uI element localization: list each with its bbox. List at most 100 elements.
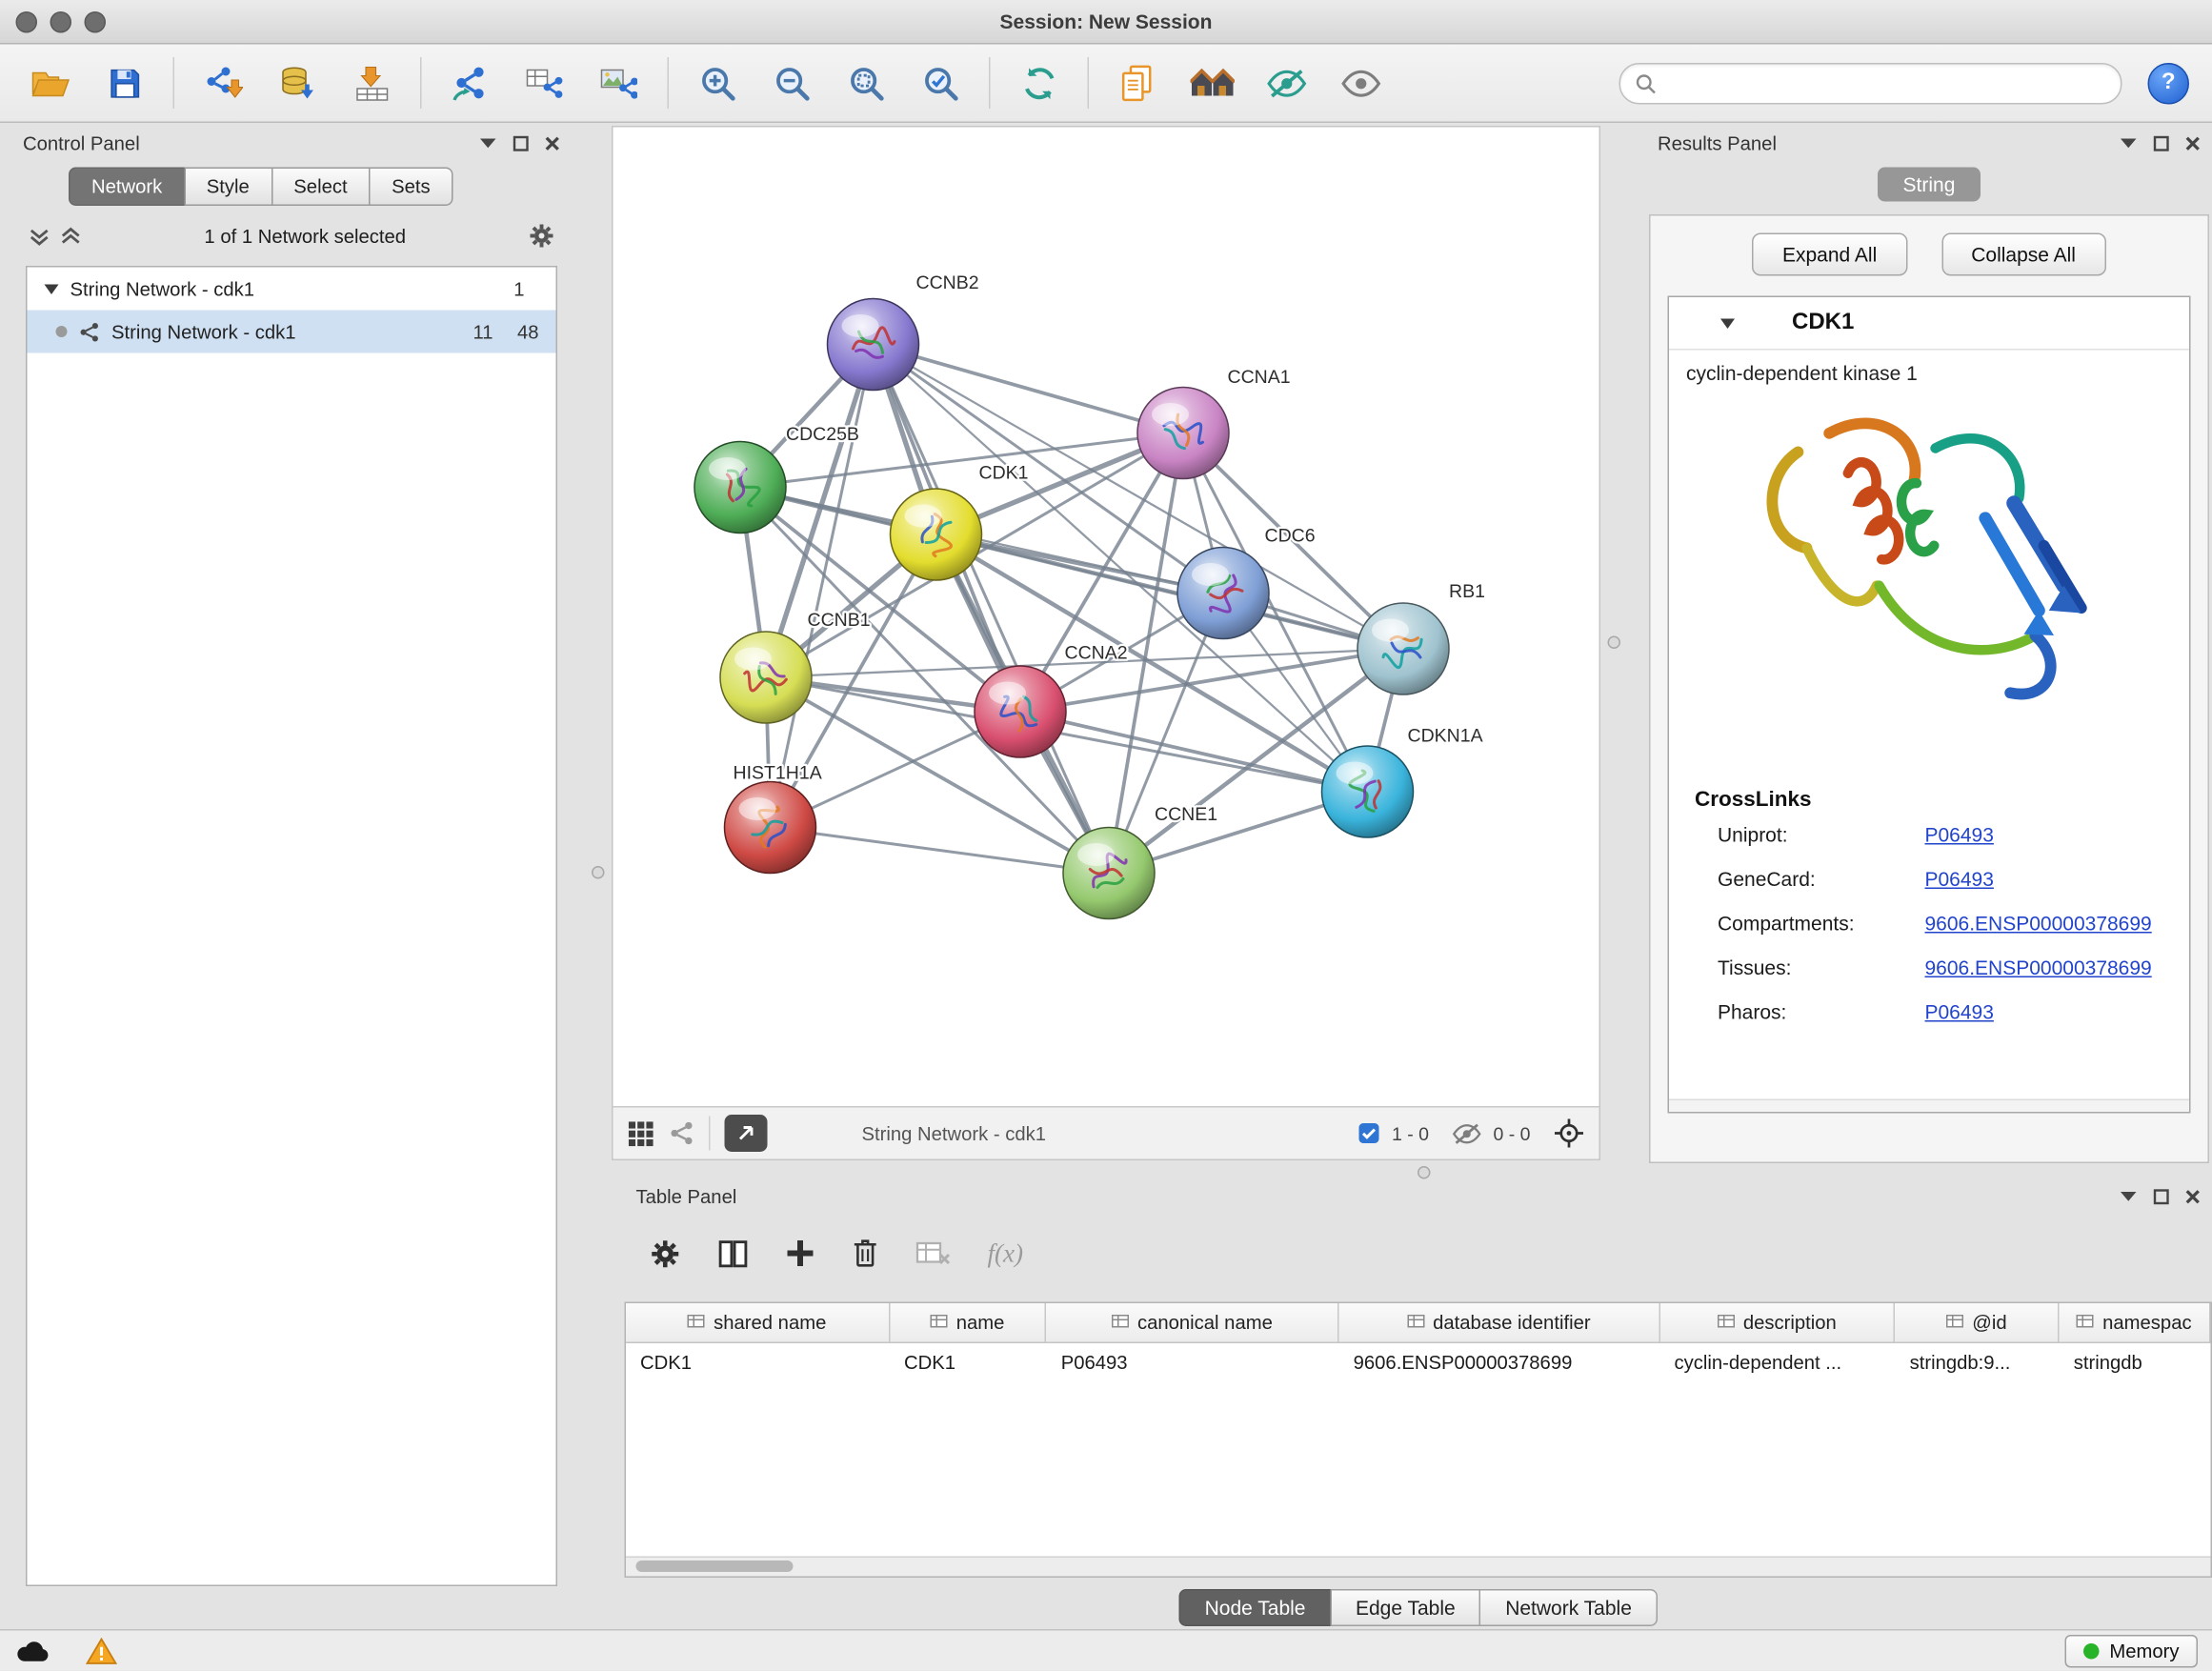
results-scrollbar[interactable]	[1669, 1099, 2189, 1113]
function-builder-icon[interactable]: f(x)	[988, 1238, 1023, 1269]
show-details-button[interactable]	[1328, 53, 1394, 113]
edge-CDK1-RB1[interactable]	[936, 534, 1404, 649]
vertical-splitter-handle[interactable]	[1608, 636, 1621, 650]
column-header-canonical-name[interactable]: canonical name	[1047, 1303, 1339, 1342]
table-options-gear-icon[interactable]	[651, 1238, 681, 1269]
horizontal-scrollbar[interactable]	[626, 1557, 2211, 1577]
network-node-CCNA2[interactable]	[975, 666, 1066, 757]
crosslink-value-link[interactable]: 9606.ENSP00000378699	[1925, 956, 2152, 978]
network-view[interactable]: CCNB2CCNA1CDC25BCDK1CDC6RB1CCNB1CCNA2CDK…	[612, 126, 1600, 1160]
memory-button[interactable]: Memory	[2065, 1635, 2198, 1668]
network-node-CCNA1[interactable]	[1137, 388, 1229, 479]
panel-menu-icon[interactable]	[2120, 137, 2139, 149]
search-field[interactable]	[1619, 62, 2122, 104]
collapse-gene-icon[interactable]	[1720, 318, 1735, 329]
close-panel-icon[interactable]	[2185, 1188, 2202, 1204]
column-header-shared-name[interactable]: shared name	[626, 1303, 890, 1342]
collapse-all-button[interactable]: Collapse All	[1941, 233, 2106, 276]
tab-network-table[interactable]: Network Table	[1479, 1589, 1658, 1626]
network-options-gear-icon[interactable]	[529, 223, 554, 249]
copy-button[interactable]	[1105, 53, 1171, 113]
column-header-description[interactable]: description	[1660, 1303, 1896, 1342]
float-panel-icon[interactable]	[2154, 135, 2170, 151]
network-canvas[interactable]: CCNB2CCNA1CDC25BCDK1CDC6RB1CCNB1CCNA2CDK…	[613, 128, 1599, 1108]
cloud-status-icon[interactable]	[14, 1639, 51, 1663]
zoom-selected-button[interactable]	[908, 53, 974, 113]
network-node-CDC25B[interactable]	[694, 442, 786, 534]
warning-icon[interactable]	[86, 1638, 117, 1665]
crosslink-value-link[interactable]: P06493	[1925, 867, 1994, 890]
network-node-CCNB2[interactable]	[828, 299, 919, 391]
search-input[interactable]	[1665, 70, 2107, 95]
column-header-database-identifier[interactable]: database identifier	[1339, 1303, 1660, 1342]
tab-node-table[interactable]: Node Table	[1179, 1589, 1332, 1626]
edge-CCNB2-CCNE1[interactable]	[874, 345, 1110, 874]
zoom-out-button[interactable]	[759, 53, 825, 113]
close-panel-icon[interactable]	[545, 135, 561, 151]
gene-header[interactable]: CDK1	[1669, 297, 2189, 351]
crosslink-value-link[interactable]: 9606.ENSP00000378699	[1925, 911, 2152, 934]
column-header-namespac[interactable]: namespac	[2060, 1303, 2211, 1342]
crosslink-value-link[interactable]: P06493	[1925, 999, 1994, 1022]
save-session-button[interactable]	[91, 53, 157, 113]
horizontal-splitter-handle[interactable]	[1418, 1166, 1431, 1179]
edge-CCNB2-HIST1H1A[interactable]	[771, 345, 874, 828]
network-row[interactable]: String Network - cdk1 11 48	[28, 311, 556, 353]
network-node-CDKN1A[interactable]	[1322, 746, 1414, 837]
help-button[interactable]: ?	[2148, 62, 2190, 104]
network-node-RB1[interactable]	[1357, 603, 1449, 695]
import-network-db-button[interactable]	[265, 53, 331, 113]
hidden-eye-icon[interactable]	[1452, 1121, 1482, 1146]
zoom-fit-button[interactable]	[834, 53, 899, 113]
refresh-layout-button[interactable]	[1006, 53, 1072, 113]
expand-all-button[interactable]: Expand All	[1752, 233, 1906, 276]
tab-select[interactable]: Select	[271, 168, 370, 207]
column-header-name[interactable]: name	[890, 1303, 1047, 1342]
network-share-icon[interactable]	[669, 1120, 694, 1146]
node-table[interactable]: shared namenamecanonical namedatabase id…	[625, 1302, 2212, 1579]
export-image-button[interactable]	[586, 53, 652, 113]
network-node-CCNE1[interactable]	[1063, 828, 1155, 919]
network-from-table-button[interactable]	[512, 53, 577, 113]
expand-all-networks-icon[interactable]	[60, 225, 82, 247]
tab-edge-table[interactable]: Edge Table	[1330, 1589, 1481, 1626]
crosslink-value-link[interactable]: P06493	[1925, 822, 1994, 845]
vertical-splitter-handle[interactable]	[592, 866, 605, 879]
panel-menu-icon[interactable]	[2120, 1191, 2139, 1202]
crosshair-icon[interactable]	[1554, 1117, 1585, 1149]
tab-network[interactable]: Network	[69, 168, 185, 207]
tab-string[interactable]: String	[1878, 168, 1981, 202]
network-node-HIST1H1A[interactable]	[725, 782, 816, 874]
edge-CCNA2-CDKN1A[interactable]	[1020, 712, 1368, 792]
hide-details-button[interactable]	[1254, 53, 1319, 113]
grid-view-icon[interactable]	[628, 1119, 655, 1147]
close-panel-icon[interactable]	[2185, 135, 2202, 151]
network-collection-row[interactable]: String Network - cdk1 1	[28, 268, 556, 311]
network-node-CDK1[interactable]	[891, 489, 982, 580]
edge-CCNB1-CDKN1A[interactable]	[766, 677, 1368, 792]
tab-sets[interactable]: Sets	[369, 168, 453, 207]
expander-icon[interactable]	[45, 284, 59, 294]
open-session-button[interactable]	[17, 53, 83, 113]
panel-menu-icon[interactable]	[479, 137, 498, 149]
float-panel-icon[interactable]	[513, 135, 530, 151]
zoom-in-button[interactable]	[685, 53, 751, 113]
delete-column-icon[interactable]	[852, 1238, 879, 1269]
show-columns-icon[interactable]	[717, 1238, 749, 1269]
import-network-file-button[interactable]	[191, 53, 256, 113]
tab-style[interactable]: Style	[184, 168, 272, 207]
edge-HIST1H1A-CCNE1[interactable]	[771, 828, 1110, 874]
new-network-button[interactable]	[437, 53, 503, 113]
edge-CCNB2-CCNA1[interactable]	[874, 345, 1184, 433]
annotations-button[interactable]	[1179, 53, 1245, 113]
birdseye-view-button[interactable]	[725, 1115, 768, 1152]
column-header--id[interactable]: @id	[1896, 1303, 2060, 1342]
import-table-button[interactable]	[339, 53, 405, 113]
table-row[interactable]: CDK1CDK1P064939606.ENSP00000378699cyclin…	[626, 1343, 2211, 1382]
selected-checkbox-icon[interactable]	[1357, 1122, 1380, 1145]
collapse-all-networks-icon[interactable]	[29, 225, 50, 247]
add-column-icon[interactable]	[786, 1239, 814, 1268]
network-node-CCNB1[interactable]	[720, 632, 812, 723]
float-panel-icon[interactable]	[2154, 1188, 2170, 1204]
network-node-CDC6[interactable]	[1177, 548, 1269, 639]
